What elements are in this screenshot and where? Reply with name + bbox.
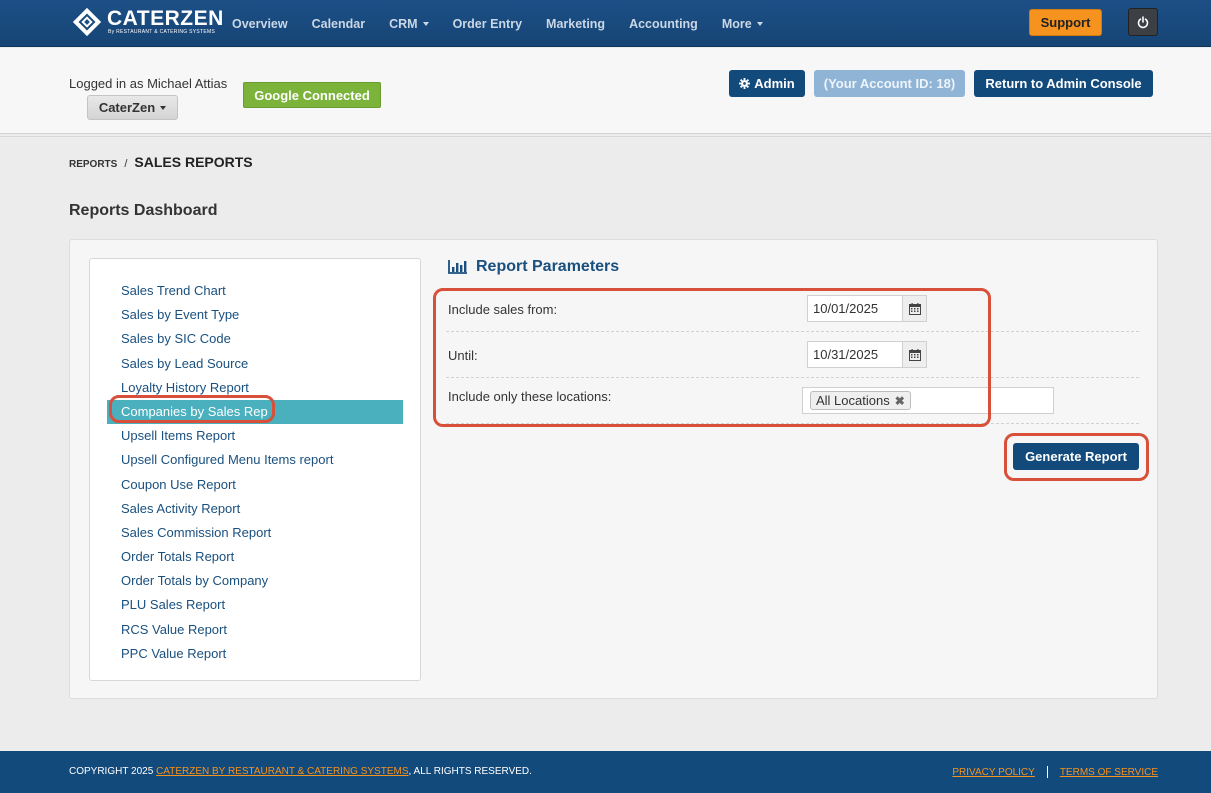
footer: COPYRIGHT 2025 CATERZEN BY RESTAURANT & … [0,751,1211,793]
breadcrumb-current: SALES REPORTS [134,154,253,170]
report-link-ppc-value-report[interactable]: PPC Value Report [90,642,420,666]
power-icon [1137,15,1149,28]
footer-links: PRIVACY POLICY TERMS OF SERVICE [952,766,1158,778]
report-link-sales-activity-report[interactable]: Sales Activity Report [90,497,420,521]
page-title: Reports Dashboard [69,202,218,219]
report-link-order-totals-report[interactable]: Order Totals Report [90,545,420,569]
logout-button[interactable] [1128,8,1158,36]
report-link-sales-by-sic-code[interactable]: Sales by SIC Code [90,327,420,351]
from-label: Include sales from: [448,302,558,317]
top-navbar: CATERZEN By RESTAURANT & CATERING SYSTEM… [0,0,1211,47]
nav-menu: Overview Calendar CRM Order Entry Marketing A… [220,0,775,47]
locations-label: Include only these locations: [448,389,612,404]
company-dropdown[interactable]: CaterZen [87,95,178,120]
location-tag: All Locations ✖ [810,391,911,410]
breadcrumb-reports[interactable]: REPORTS [69,159,117,170]
param-row-locations: Include only these locations: All Locati… [446,378,1139,424]
nav-item-label: CRM [389,16,418,31]
logo-brand: CATERZEN [107,7,224,30]
breadcrumb-separator: / [124,158,128,170]
copyright-prefix: COPYRIGHT 2025 [69,766,154,777]
nav-item-crm[interactable]: CRM [389,16,429,31]
report-link-loyalty-history-report[interactable]: Loyalty History Report [90,376,420,400]
caterzen-logo[interactable]: CATERZEN By RESTAURANT & CATERING SYSTEM… [72,7,224,37]
nav-item-marketing[interactable]: Marketing [546,17,605,31]
report-link-companies-by-sales-rep[interactable]: Companies by Sales Rep [107,399,403,425]
until-date-input[interactable] [807,341,902,368]
logo-subtitle: By RESTAURANT & CATERING SYSTEMS [108,29,216,35]
param-row-from: Include sales from: [446,286,1139,332]
footer-divider [1046,766,1048,778]
google-connected-badge: Google Connected [243,82,381,108]
report-link-sales-by-lead-source[interactable]: Sales by Lead Source [90,352,420,376]
calendar-icon[interactable] [902,341,927,368]
nav-item-calendar[interactable]: Calendar [312,17,366,31]
support-button[interactable]: Support [1029,9,1102,36]
logo-mark-icon [72,7,102,37]
nav-item-label: Order Entry [452,16,523,31]
nav-item-label: More [721,16,752,31]
locations-select[interactable]: All Locations ✖ [802,387,1054,414]
until-label: Until: [448,348,478,363]
until-date-group [807,341,927,368]
nav-item-label: Accounting [629,16,698,31]
company-label: CaterZen [98,100,156,115]
nav-item-label: Calendar [311,16,366,31]
nav-item-more[interactable]: More [722,17,763,31]
report-parameters-title: Report Parameters [476,258,620,275]
gear-icon [739,78,751,89]
privacy-policy-link[interactable]: PRIVACY POLICY [952,767,1034,778]
account-header: Logged in as Michael Attias CaterZen Goo… [0,48,1211,137]
report-link-coupon-use-report[interactable]: Coupon Use Report [90,473,420,497]
report-parameters-header: Report Parameters [448,258,619,276]
location-tag-label: All Locations [816,393,890,408]
report-list: Sales Trend Chart Sales by Event Type Sale… [89,258,421,681]
company-link[interactable]: CATERZEN BY RESTAURANT & CATERING SYSTEM… [156,766,408,777]
admin-label: Admin [754,76,795,91]
admin-button[interactable]: Admin [729,70,805,97]
report-link-upsell-configured-menu-items-report[interactable]: Upsell Configured Menu Items report [90,448,420,472]
terms-of-service-link[interactable]: TERMS OF SERVICE [1060,767,1158,778]
report-link-sales-commission-report[interactable]: Sales Commission Report [90,521,420,545]
from-date-input[interactable] [807,295,902,322]
param-row-until: Until: [446,332,1139,378]
caret-down-icon [756,22,763,27]
caret-down-icon [422,22,429,27]
caret-down-icon [160,105,167,110]
nav-item-overview[interactable]: Overview [232,17,288,31]
remove-tag-icon[interactable]: ✖ [895,394,905,408]
report-link-rcs-value-report[interactable]: RCS Value Report [90,618,420,642]
calendar-icon[interactable] [902,295,927,322]
report-link-sales-by-event-type[interactable]: Sales by Event Type [90,303,420,327]
bar-chart-icon [448,260,467,274]
report-link-plu-sales-report[interactable]: PLU Sales Report [90,593,420,617]
logged-in-text: Logged in as Michael Attias [69,76,228,91]
nav-item-order-entry[interactable]: Order Entry [453,17,522,31]
copyright-suffix: , ALL RIGHTS RESERVED. [408,766,532,777]
generate-report-button[interactable]: Generate Report [1013,443,1139,470]
reports-panel: Sales Trend Chart Sales by Event Type Sale… [69,239,1158,699]
nav-item-accounting[interactable]: Accounting [629,17,698,31]
report-link-upsell-items-report[interactable]: Upsell Items Report [90,424,420,448]
return-admin-console-button[interactable]: Return to Admin Console [974,70,1153,97]
report-link-sales-trend-chart[interactable]: Sales Trend Chart [90,279,420,303]
nav-item-label: Marketing [546,16,606,31]
breadcrumb: REPORTS / SALES REPORTS [69,154,253,170]
nav-item-label: Overview [232,16,288,31]
from-date-group [807,295,927,322]
account-id-badge: (Your Account ID: 18) [814,70,965,97]
report-link-order-totals-by-company[interactable]: Order Totals by Company [90,569,420,593]
copyright: COPYRIGHT 2025 CATERZEN BY RESTAURANT & … [69,766,532,777]
